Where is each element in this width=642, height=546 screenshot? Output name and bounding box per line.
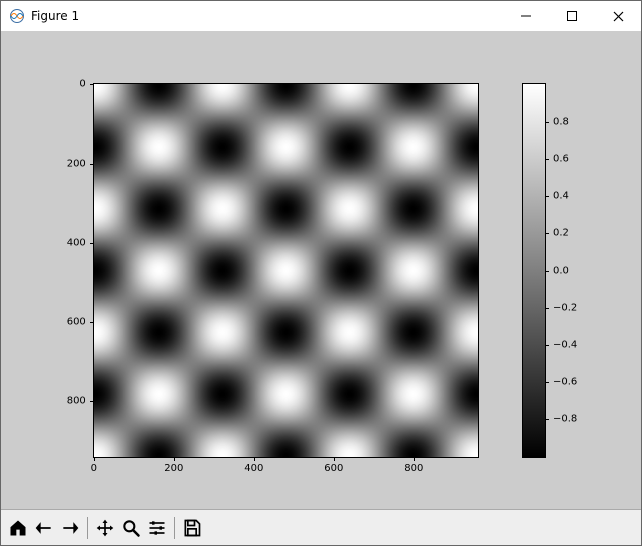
colorbar-tick-label: 0.8 <box>553 116 569 127</box>
home-button[interactable] <box>5 515 31 541</box>
x-tick-label: 400 <box>244 463 263 474</box>
back-button[interactable] <box>31 515 57 541</box>
forward-button[interactable] <box>57 515 83 541</box>
app-icon <box>9 8 25 24</box>
x-tick-label: 800 <box>404 463 423 474</box>
x-tick-label: 600 <box>324 463 343 474</box>
colorbar <box>523 84 545 456</box>
heatmap-axes[interactable] <box>94 84 478 456</box>
toolbar-separator <box>174 517 175 539</box>
window-title: Figure 1 <box>31 9 79 23</box>
y-tick-label: 0 <box>79 79 85 90</box>
titlebar[interactable]: Figure 1 <box>1 1 641 32</box>
y-tick-label: 800 <box>67 396 86 407</box>
colorbar-tick-label: 0.6 <box>553 153 569 164</box>
colorbar-tick-label: 0.0 <box>553 265 569 276</box>
toolbar-separator <box>87 517 88 539</box>
y-tick-label: 200 <box>67 158 86 169</box>
colorbar-tick-label: 0.2 <box>553 228 569 239</box>
colorbar-tick-label: −0.4 <box>553 339 577 350</box>
toolbar <box>1 509 641 545</box>
colorbar-tick-label: −0.2 <box>553 302 577 313</box>
maximize-button[interactable] <box>549 1 595 31</box>
app-window: Figure 1 0 200 400 600 800 0 200 400 600 800 −0.8 −… <box>0 0 642 546</box>
figure-canvas[interactable]: 0 200 400 600 800 0 200 400 600 800 −0.8 −0.6 −0.4 −0… <box>1 32 641 509</box>
colorbar-tick-label: 0.4 <box>553 191 569 202</box>
colorbar-tick-label: −0.8 <box>553 414 577 425</box>
colorbar-tick-label: −0.6 <box>553 377 577 388</box>
save-button[interactable] <box>179 515 205 541</box>
zoom-button[interactable] <box>118 515 144 541</box>
y-tick-label: 600 <box>67 316 86 327</box>
pan-button[interactable] <box>92 515 118 541</box>
close-button[interactable] <box>595 1 641 31</box>
x-tick-label: 200 <box>164 463 183 474</box>
y-tick-label: 400 <box>67 237 86 248</box>
minimize-button[interactable] <box>503 1 549 31</box>
configure-button[interactable] <box>144 515 170 541</box>
x-tick-label: 0 <box>91 463 97 474</box>
